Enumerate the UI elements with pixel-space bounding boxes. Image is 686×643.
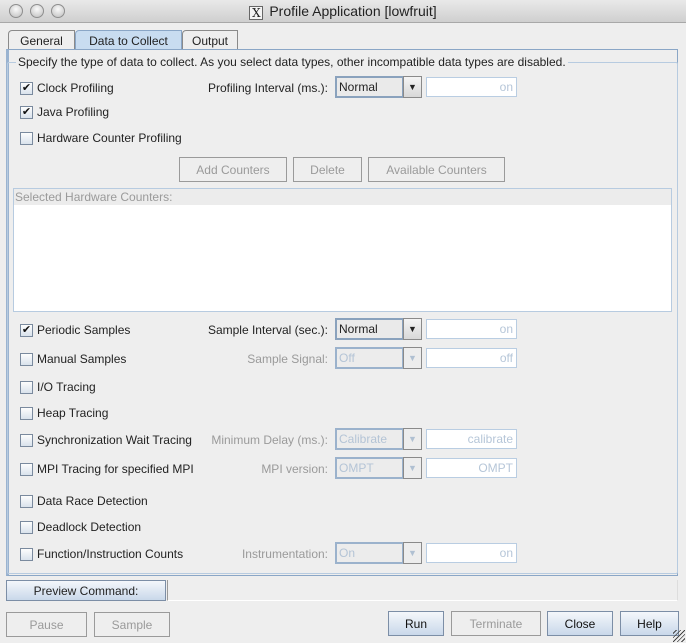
chevron-down-icon[interactable]: ▼ [403,542,422,564]
chevron-down-icon[interactable]: ▼ [403,76,422,98]
heap-tracing-checkbox[interactable]: Heap Tracing [20,405,108,421]
chevron-down-icon[interactable]: ▼ [403,457,422,479]
run-button[interactable]: Run [388,611,444,636]
manual-samples-checkbox[interactable]: Manual Samples [20,351,126,367]
x11-icon: X [249,6,264,20]
tab-general[interactable]: General [8,30,75,50]
checkbox-box[interactable] [20,380,33,394]
hw-counter-profiling-checkbox[interactable]: Hardware Counter Profiling [20,130,182,146]
add-counters-button[interactable]: Add Counters [179,157,287,182]
io-tracing-checkbox[interactable]: I/O Tracing [20,379,96,395]
profiling-interval-field[interactable]: on [426,77,517,97]
mpi-version-field[interactable]: OMPT [426,458,517,478]
profiling-interval-label: Profiling Interval (ms.): [207,81,328,95]
chevron-down-icon[interactable]: ▼ [403,428,422,450]
sample-interval-label: Sample Interval (sec.): [207,323,328,337]
instruction-text: Specify the type of data to collect. As … [16,55,568,69]
mpi-tracing-checkbox[interactable]: MPI Tracing for specified MPI [20,461,194,477]
terminate-button[interactable]: Terminate [451,611,541,636]
delete-button[interactable]: Delete [293,157,362,182]
help-button[interactable]: Help [620,611,679,636]
preview-command-field[interactable] [167,580,678,601]
instrumentation-label: Instrumentation: [241,547,328,561]
periodic-samples-checkbox[interactable]: ✔ Periodic Samples [20,322,130,338]
title-bar: X Profile Application [lowfruit] [0,0,686,23]
profiling-interval-select[interactable]: Normal ▼ [335,76,422,98]
mpi-version-label: MPI version: [261,462,328,476]
preview-command-button[interactable]: Preview Command: [6,580,166,601]
mpi-version-select[interactable]: OMPT ▼ [335,457,422,479]
selected-hw-counters-list[interactable]: Selected Hardware Counters: [13,188,672,312]
deadlock-checkbox[interactable]: Deadlock Detection [20,519,141,535]
checkbox-box[interactable] [20,433,33,447]
sample-signal-field[interactable]: off [426,348,517,368]
checkbox-box[interactable]: ✔ [20,81,33,95]
pause-button[interactable]: Pause [6,612,87,637]
checkbox-box[interactable] [20,494,33,508]
checkbox-box[interactable] [20,547,33,561]
chevron-down-icon[interactable]: ▼ [403,318,422,340]
hw-counters-header: Selected Hardware Counters: [14,189,671,205]
checkbox-box[interactable]: ✔ [20,323,33,337]
tab-output[interactable]: Output [182,30,238,50]
sample-button[interactable]: Sample [94,612,170,637]
data-race-checkbox[interactable]: Data Race Detection [20,493,148,509]
instrumentation-field[interactable]: on [426,543,517,563]
instrumentation-select[interactable]: On ▼ [335,542,422,564]
resize-grip-icon[interactable] [673,630,685,642]
sample-signal-select[interactable]: Off ▼ [335,347,422,369]
clock-profiling-checkbox[interactable]: ✔ Clock Profiling [20,80,114,96]
checkbox-box[interactable] [20,406,33,420]
sample-interval-field[interactable]: on [426,319,517,339]
checkbox-box[interactable]: ✔ [20,105,33,119]
java-profiling-checkbox[interactable]: ✔ Java Profiling [20,104,109,120]
available-counters-button[interactable]: Available Counters [368,157,505,182]
func-instr-counts-checkbox[interactable]: Function/Instruction Counts [20,546,183,562]
sample-signal-label: Sample Signal: [247,352,328,366]
checkbox-box[interactable] [20,520,33,534]
minimum-delay-label: Minimum Delay (ms.): [211,433,328,447]
checkbox-box[interactable] [20,352,33,366]
checkbox-box[interactable] [20,131,33,145]
minimum-delay-select[interactable]: Calibrate ▼ [335,428,422,450]
tab-data-to-collect[interactable]: Data to Collect [75,30,182,50]
sample-interval-select[interactable]: Normal ▼ [335,318,422,340]
checkbox-box[interactable] [20,462,33,476]
minimum-delay-field[interactable]: calibrate [426,429,517,449]
close-button[interactable]: Close [547,611,613,636]
sync-wait-tracing-checkbox[interactable]: Synchronization Wait Tracing [20,432,192,448]
chevron-down-icon[interactable]: ▼ [403,347,422,369]
window-title: Profile Application [lowfruit] [269,3,437,19]
